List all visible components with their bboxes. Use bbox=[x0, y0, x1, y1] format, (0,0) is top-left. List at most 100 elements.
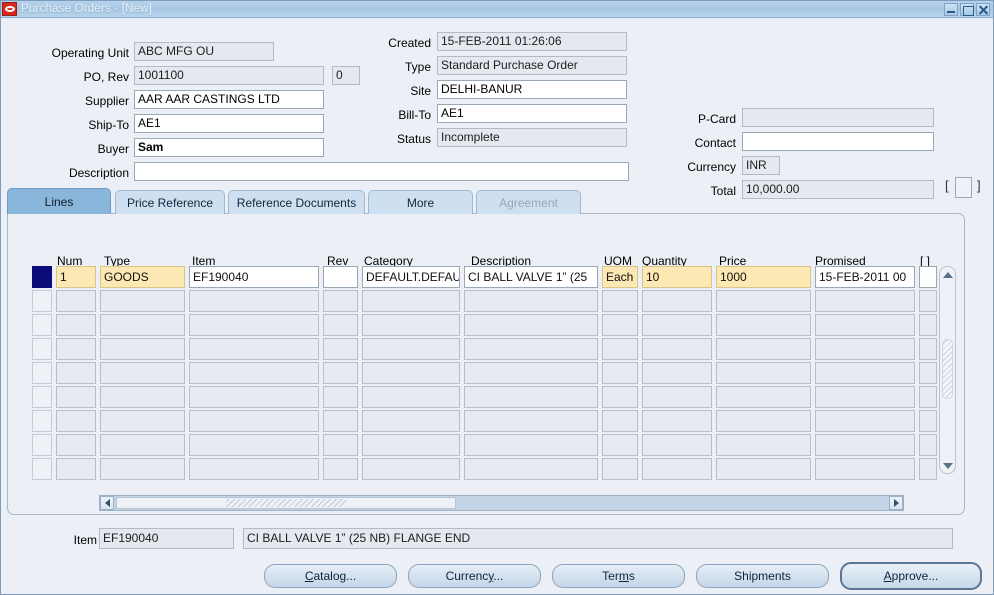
cell-item[interactable] bbox=[189, 458, 319, 480]
row-selector[interactable] bbox=[32, 290, 52, 312]
cell-uom[interactable] bbox=[602, 434, 638, 456]
cell-category[interactable] bbox=[362, 290, 460, 312]
cell-quantity[interactable] bbox=[642, 338, 712, 360]
cell-quantity[interactable] bbox=[642, 362, 712, 384]
row-selector-active[interactable] bbox=[32, 266, 52, 288]
cell-dff[interactable] bbox=[919, 434, 937, 456]
cell-category[interactable] bbox=[362, 314, 460, 336]
cell-rev[interactable] bbox=[323, 314, 358, 336]
cell-category[interactable] bbox=[362, 458, 460, 480]
tab-lines[interactable]: Lines bbox=[7, 188, 111, 214]
terms-button[interactable]: Terms bbox=[552, 564, 685, 588]
cell-description[interactable] bbox=[464, 458, 598, 480]
row-selector[interactable] bbox=[32, 314, 52, 336]
cell-promised[interactable] bbox=[815, 314, 915, 336]
cell-dff[interactable] bbox=[919, 458, 937, 480]
cell-rev[interactable] bbox=[323, 386, 358, 408]
cell-price[interactable] bbox=[716, 386, 811, 408]
cell-type[interactable] bbox=[100, 338, 185, 360]
ship-to-field[interactable]: AE1 bbox=[134, 114, 324, 133]
cell-type[interactable] bbox=[100, 290, 185, 312]
cell-uom[interactable] bbox=[602, 338, 638, 360]
close-icon[interactable] bbox=[976, 2, 990, 16]
row-selector[interactable] bbox=[32, 434, 52, 456]
type-field[interactable]: Standard Purchase Order bbox=[437, 56, 627, 75]
cell-quantity-active[interactable]: 10 bbox=[642, 266, 712, 288]
cell-num[interactable] bbox=[56, 386, 96, 408]
cell-num[interactable] bbox=[56, 314, 96, 336]
cell-item[interactable] bbox=[189, 434, 319, 456]
cell-uom[interactable] bbox=[602, 458, 638, 480]
row-selector[interactable] bbox=[32, 362, 52, 384]
cell-rev-active[interactable] bbox=[323, 266, 358, 288]
description-field[interactable] bbox=[134, 162, 629, 181]
cell-category[interactable] bbox=[362, 386, 460, 408]
cell-rev[interactable] bbox=[323, 458, 358, 480]
site-field[interactable]: DELHI-BANUR bbox=[437, 80, 627, 99]
cell-rev[interactable] bbox=[323, 290, 358, 312]
row-selector[interactable] bbox=[32, 338, 52, 360]
cell-promised[interactable] bbox=[815, 410, 915, 432]
cell-category-active[interactable]: DEFAULT.DEFAU bbox=[362, 266, 460, 288]
cell-item[interactable] bbox=[189, 338, 319, 360]
cell-price[interactable] bbox=[716, 338, 811, 360]
operating-unit-field[interactable]: ABC MFG OU bbox=[134, 42, 274, 61]
cell-item[interactable] bbox=[189, 362, 319, 384]
tab-price-reference[interactable]: Price Reference bbox=[115, 190, 225, 214]
cell-type[interactable] bbox=[100, 314, 185, 336]
cell-description[interactable] bbox=[464, 314, 598, 336]
row-selector[interactable] bbox=[32, 410, 52, 432]
cell-uom[interactable] bbox=[602, 362, 638, 384]
grid-horizontal-scrollbar[interactable] bbox=[99, 495, 904, 511]
currency-field[interactable]: INR bbox=[742, 156, 780, 175]
cell-category[interactable] bbox=[362, 338, 460, 360]
cell-item-active[interactable]: EF190040 bbox=[189, 266, 319, 288]
cell-num[interactable] bbox=[56, 458, 96, 480]
po-number-field[interactable]: 1001100 bbox=[134, 66, 324, 85]
cell-price[interactable] bbox=[716, 410, 811, 432]
cell-type[interactable] bbox=[100, 434, 185, 456]
cell-promised[interactable] bbox=[815, 290, 915, 312]
maximize-icon[interactable] bbox=[960, 2, 974, 16]
status-field[interactable]: Incomplete bbox=[437, 128, 627, 147]
cell-dff[interactable] bbox=[919, 410, 937, 432]
cell-quantity[interactable] bbox=[642, 434, 712, 456]
cell-uom[interactable] bbox=[602, 386, 638, 408]
p-card-field[interactable] bbox=[742, 108, 934, 127]
cell-uom-active[interactable]: Each bbox=[602, 266, 638, 288]
shipments-button[interactable]: Shipments bbox=[696, 564, 829, 588]
tab-more[interactable]: More bbox=[368, 190, 473, 214]
cell-description[interactable] bbox=[464, 290, 598, 312]
cell-item[interactable] bbox=[189, 386, 319, 408]
cell-category[interactable] bbox=[362, 434, 460, 456]
currency-button[interactable]: Currency... bbox=[408, 564, 541, 588]
cell-description-active[interactable]: CI BALL VALVE 1” (25 bbox=[464, 266, 598, 288]
buyer-field[interactable]: Sam bbox=[134, 138, 324, 157]
cell-dff[interactable] bbox=[919, 386, 937, 408]
cell-dff[interactable] bbox=[919, 362, 937, 384]
supplier-field[interactable]: AAR AAR CASTINGS LTD bbox=[134, 90, 324, 109]
cell-rev[interactable] bbox=[323, 362, 358, 384]
cell-num[interactable] bbox=[56, 338, 96, 360]
cell-num-active[interactable]: 1 bbox=[56, 266, 96, 288]
cell-price[interactable] bbox=[716, 314, 811, 336]
cell-num[interactable] bbox=[56, 410, 96, 432]
cell-uom[interactable] bbox=[602, 410, 638, 432]
cell-price-active[interactable]: 1000 bbox=[716, 266, 811, 288]
scroll-right-icon[interactable] bbox=[889, 496, 903, 510]
cell-promised[interactable] bbox=[815, 362, 915, 384]
cell-rev[interactable] bbox=[323, 338, 358, 360]
cell-num[interactable] bbox=[56, 290, 96, 312]
cell-type[interactable] bbox=[100, 386, 185, 408]
cell-rev[interactable] bbox=[323, 434, 358, 456]
cell-description[interactable] bbox=[464, 362, 598, 384]
tab-reference-documents[interactable]: Reference Documents bbox=[228, 190, 365, 214]
approve-button[interactable]: Approve... bbox=[840, 562, 982, 590]
cell-promised[interactable] bbox=[815, 458, 915, 480]
cell-quantity[interactable] bbox=[642, 458, 712, 480]
row-selector[interactable] bbox=[32, 458, 52, 480]
cell-dff[interactable] bbox=[919, 338, 937, 360]
cell-dff[interactable] bbox=[919, 290, 937, 312]
cell-promised[interactable] bbox=[815, 338, 915, 360]
row-selector[interactable] bbox=[32, 386, 52, 408]
